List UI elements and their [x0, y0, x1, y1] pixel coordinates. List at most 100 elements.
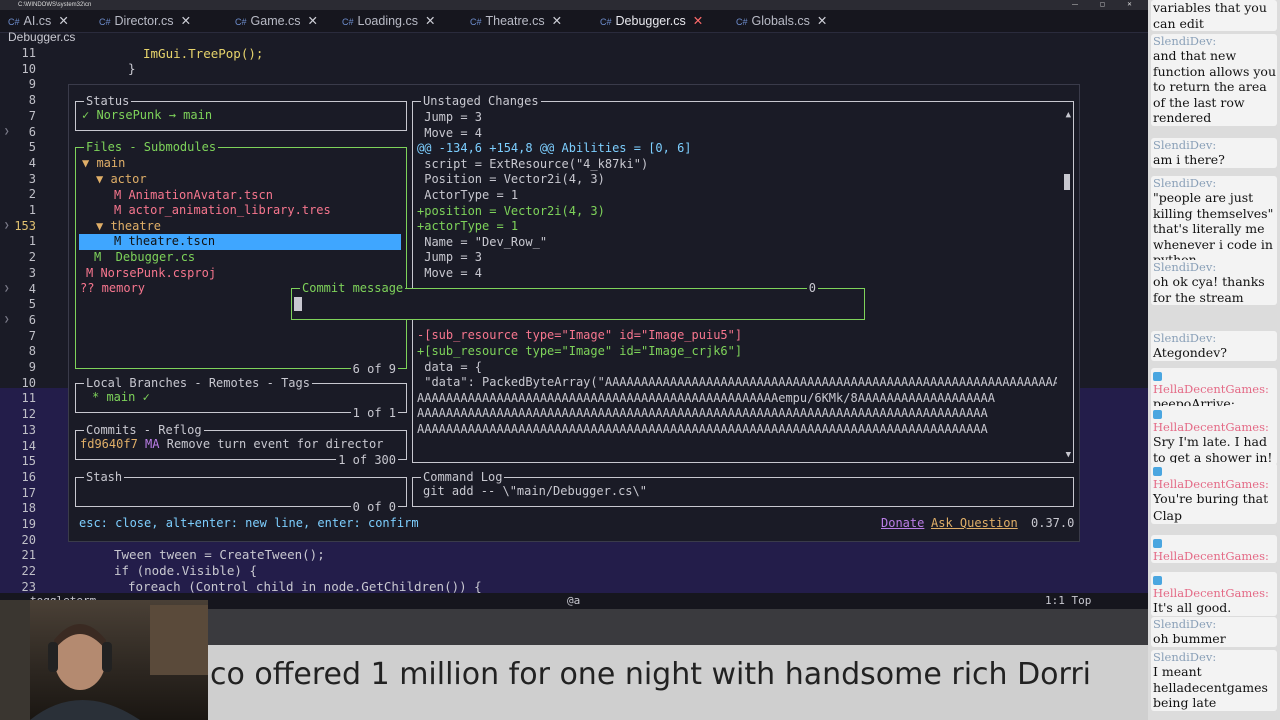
- close-icon[interactable]: ✕: [425, 14, 435, 28]
- command-log-panel[interactable]: Command Log git add -- \"main/Debugger.c…: [412, 470, 1074, 507]
- commits-panel[interactable]: Commits - Reflog fd9640f7 MA Remove turn…: [75, 423, 407, 467]
- window-controls[interactable]: — ▢ ✕: [1072, 0, 1142, 10]
- close-icon[interactable]: ✕: [693, 14, 703, 28]
- chat-message: SlendiDev: Ategondev?: [1151, 331, 1277, 361]
- line-number: 13: [21, 422, 36, 437]
- twitch-icon: [1153, 466, 1162, 476]
- tab-loading[interactable]: C# Loading.cs ✕: [342, 10, 435, 32]
- window-titlebar: C:\WINDOWS\system32\cn — ▢ ✕: [0, 0, 1148, 10]
- fold-arrow-icon[interactable]: ❯: [4, 284, 9, 294]
- chat-message: SlendiDev: oh ok cya! thanks for the stre…: [1151, 260, 1277, 306]
- chat-text: Ategondev?: [1153, 345, 1227, 360]
- twitch-icon: [1153, 371, 1162, 381]
- news-ticker: co offered 1 million for one night with …: [208, 645, 1148, 720]
- line-number: 1: [28, 203, 36, 217]
- tab-label: AI.cs: [23, 14, 52, 28]
- line-number: 3: [28, 171, 36, 186]
- chat-username: HellaDecentGames:: [1151, 463, 1277, 491]
- ask-question-link[interactable]: Ask Question: [931, 516, 1018, 530]
- branch-item[interactable]: * main ✓: [92, 390, 150, 406]
- twitch-icon: [1153, 538, 1162, 548]
- chat-message: SlendiDev: I meant helladecentgames being…: [1151, 650, 1277, 711]
- file-tree-dir[interactable]: ▼ main: [82, 156, 125, 172]
- tab-debugger[interactable]: C# Debugger.cs ✕: [600, 10, 703, 32]
- webcam-feed: [0, 600, 208, 720]
- chat-username: SlendiDev:: [1151, 331, 1277, 345]
- breadcrumb: Debugger.cs: [8, 30, 76, 44]
- scrollbar-thumb[interactable]: [1064, 174, 1070, 190]
- file-item-selected[interactable]: M theatre.tscn: [79, 234, 401, 250]
- tab-globals[interactable]: C# Globals.cs ✕: [736, 10, 827, 32]
- scroll-down-icon[interactable]: ▼: [1066, 450, 1071, 460]
- unstaged-changes-panel[interactable]: Unstaged Changes Jump = 3 Move = 4 @@ -13…: [412, 94, 1074, 463]
- close-icon[interactable]: ✕: [552, 14, 562, 28]
- diff-line: data = {: [417, 359, 483, 374]
- file-tree-dir[interactable]: ▼ actor: [96, 172, 147, 188]
- stream-overlay-band: [208, 609, 1148, 645]
- file-item[interactable]: M Debugger.cs: [94, 250, 195, 266]
- chat-message: SlendiDev: oh bummer: [1151, 617, 1277, 647]
- panel-title: Command Log: [421, 470, 505, 484]
- chat-username: HellaDecentGames:: [1151, 572, 1277, 600]
- diff-line: AAAAAAAAAAAAAAAAAAAAAAAAAAAAAAAAAAAAAAAA…: [417, 422, 988, 436]
- commit-message-dialog[interactable]: Commit message 0: [291, 281, 865, 320]
- tab-theatre[interactable]: C# Theatre.cs ✕: [470, 10, 562, 32]
- chat-message: HellaDecentGames: Sry I'm late. I had to …: [1151, 406, 1277, 466]
- chat-username: HellaDecentGames:: [1151, 406, 1277, 434]
- close-icon[interactable]: ✕: [181, 14, 191, 28]
- file-item[interactable]: M AnimationAvatar.tscn: [114, 188, 273, 204]
- chat-username-text: HellaDecentGames:: [1153, 420, 1269, 434]
- diff-line: Jump = 3: [417, 110, 483, 124]
- close-icon[interactable]: ✕: [58, 14, 68, 28]
- webcam-person-image: [0, 600, 208, 720]
- fold-arrow-icon[interactable]: ❯: [4, 127, 9, 137]
- panel-title: Status: [84, 94, 132, 108]
- chat-username: SlendiDev:: [1151, 176, 1277, 190]
- fold-arrow-icon[interactable]: ❯: [4, 221, 9, 231]
- line-number: 9: [28, 77, 36, 92]
- tab-ai[interactable]: C# AI.cs ✕: [8, 10, 69, 32]
- scroll-up-icon[interactable]: ▲: [1066, 110, 1071, 120]
- stash-panel[interactable]: Stash 0 of 0: [75, 470, 407, 514]
- close-icon[interactable]: ✕: [308, 14, 318, 28]
- branches-panel[interactable]: Local Branches - Remotes - Tags * main ✓…: [75, 376, 407, 420]
- line-number: 7: [28, 108, 36, 123]
- diff-line: Move = 4: [417, 266, 483, 280]
- chat-username-text: SlendiDev:: [1153, 260, 1217, 274]
- diff-line: +actorType = 1: [417, 219, 519, 234]
- status-panel[interactable]: Status ✓ NorsePunk → main: [75, 94, 407, 131]
- file-item[interactable]: ?? memory: [80, 281, 145, 297]
- file-item[interactable]: M actor_animation_library.tres: [114, 203, 331, 219]
- chat-text: "people are just killing themselves" tha…: [1153, 190, 1274, 267]
- file-item[interactable]: M NorsePunk.csproj: [86, 266, 216, 282]
- code-line: ImGui.TreePop();: [143, 46, 264, 61]
- file-tree-dir[interactable]: ▼ theatre: [96, 219, 161, 235]
- line-number: 11: [21, 391, 36, 406]
- diff-line: Jump = 3: [417, 250, 483, 265]
- lazygit-popup[interactable]: Status ✓ NorsePunk → main Files - Submod…: [68, 84, 1080, 542]
- diff-line: +position = Vector2i(4, 3): [417, 203, 605, 218]
- diff-line: +[sub_resource type="Image" id="Image_cr…: [417, 344, 743, 358]
- diff-line: script = ExtResource("4_k87ki"): [417, 156, 649, 171]
- commit-message-input[interactable]: [294, 297, 302, 311]
- chat-username-text: HellaDecentGames:: [1153, 549, 1269, 563]
- tab-game[interactable]: C# Game.cs ✕: [235, 10, 318, 32]
- tab-director[interactable]: C# Director.cs ✕: [99, 10, 191, 32]
- line-number: 2: [28, 250, 36, 265]
- line-number: 1: [28, 234, 36, 249]
- line-number: 23: [21, 579, 36, 594]
- chat-text: I meant helladecentgames being late: [1153, 664, 1268, 711]
- commit-item[interactable]: fd9640f7 MA Remove turn event for direct…: [80, 437, 383, 453]
- panel-title: Unstaged Changes: [421, 94, 541, 108]
- chat-username: SlendiDev:: [1151, 617, 1277, 631]
- twitch-icon: [1153, 575, 1162, 585]
- panel-title: Stash: [84, 470, 125, 484]
- line-number: 2: [28, 187, 36, 202]
- diff-line: @@ -134,6 +154,8 @@ Abilities = [0, 6]: [417, 141, 692, 156]
- line-number: 15: [21, 454, 36, 469]
- fold-arrow-icon[interactable]: ❯: [4, 315, 9, 325]
- donate-link[interactable]: Donate: [881, 516, 924, 530]
- line-number: 11: [21, 46, 36, 60]
- files-panel[interactable]: Files - Submodules ▼ main ▼ actor M Anim…: [75, 140, 407, 376]
- close-icon[interactable]: ✕: [817, 14, 827, 28]
